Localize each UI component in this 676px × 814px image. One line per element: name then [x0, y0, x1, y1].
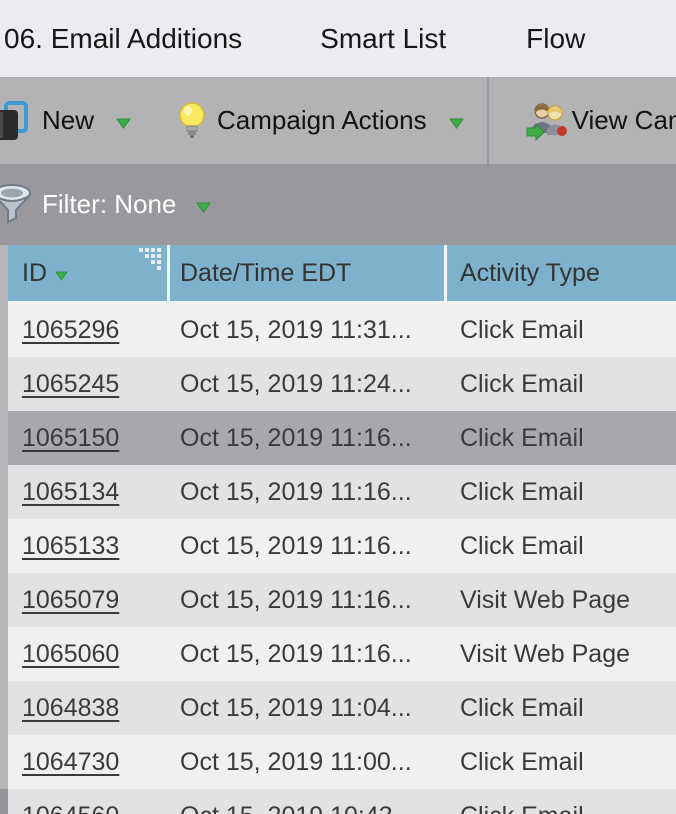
table-row[interactable]: 1065245 Oct 15, 2019 11:24... Click Emai…	[8, 357, 676, 411]
table-row[interactable]: 1065134 Oct 15, 2019 11:16... Click Emai…	[8, 465, 676, 519]
campaign-actions-button[interactable]: Campaign Actions	[177, 101, 464, 141]
new-button-label: New	[42, 105, 95, 135]
row-datetime: Oct 15, 2019 11:00...	[180, 747, 412, 776]
grid-left-edge	[0, 245, 8, 814]
row-datetime: Oct 15, 2019 11:04...	[180, 693, 412, 722]
column-header-id-label: ID	[22, 258, 47, 287]
filter-bar[interactable]: Filter: None	[0, 164, 676, 245]
tab-bar: 06. Email Additions Smart List Flow	[0, 0, 676, 77]
table-body: 1065296 Oct 15, 2019 11:31... Click Emai…	[8, 303, 676, 814]
new-icon	[0, 100, 32, 142]
row-id-link[interactable]: 1065060	[22, 640, 119, 668]
column-header-activity-type[interactable]: Activity Type	[447, 245, 676, 301]
table-row[interactable]: 1065079 Oct 15, 2019 11:16... Visit Web …	[8, 573, 676, 627]
campaign-actions-label: Campaign Actions	[217, 105, 427, 135]
table-row[interactable]: 1064560 Oct 15, 2019 10:43... Click Emai…	[8, 789, 676, 814]
table-row[interactable]: 1065060 Oct 15, 2019 11:16... Visit Web …	[8, 627, 676, 681]
view-campaign-members-button[interactable]: View Camp	[526, 101, 676, 141]
filter-dropdown-icon	[196, 189, 212, 220]
toolbar-divider	[487, 77, 489, 164]
row-activity: Click Email	[460, 693, 584, 722]
view-campaign-icon	[526, 101, 568, 141]
grippy-icon[interactable]	[139, 248, 162, 281]
filter-label: Filter: None	[42, 189, 177, 219]
row-id-link[interactable]: 1064730	[22, 748, 119, 776]
row-activity: Click Email	[460, 531, 584, 560]
column-header-id[interactable]: ID	[8, 245, 167, 301]
toolbar: New Campaign Actions View Ca	[0, 77, 676, 164]
row-id-link[interactable]: 1065245	[22, 370, 119, 398]
row-activity: Visit Web Page	[460, 639, 631, 668]
column-header-datetime[interactable]: Date/Time EDT	[170, 245, 444, 301]
row-datetime: Oct 15, 2019 11:24...	[180, 369, 412, 398]
row-datetime: Oct 15, 2019 11:31...	[180, 315, 412, 344]
row-id-link[interactable]: 1065133	[22, 532, 119, 560]
row-activity: Click Email	[460, 747, 584, 776]
table-row[interactable]: 1064730 Oct 15, 2019 11:00... Click Emai…	[8, 735, 676, 789]
row-datetime: Oct 15, 2019 11:16...	[180, 423, 412, 452]
campaign-actions-dropdown-icon	[448, 105, 464, 136]
row-activity: Click Email	[447, 802, 676, 814]
view-campaign-label: View Camp	[571, 105, 676, 135]
column-header-activity-type-label: Activity Type	[460, 258, 600, 287]
tab-campaign-name[interactable]: 06. Email Additions	[4, 23, 242, 55]
tab-smart-list[interactable]: Smart List	[320, 23, 446, 55]
row-datetime: Oct 15, 2019 11:16...	[180, 639, 412, 668]
row-id-link[interactable]: 1064838	[22, 694, 119, 722]
new-dropdown-icon	[116, 105, 131, 136]
filter-icon	[0, 183, 32, 226]
table-row[interactable]: 1065150 Oct 15, 2019 11:16... Click Emai…	[8, 411, 676, 465]
row-activity: Click Email	[460, 423, 584, 452]
column-header-datetime-label: Date/Time EDT	[180, 258, 352, 287]
row-activity: Click Email	[460, 477, 584, 506]
row-activity: Click Email	[460, 315, 584, 344]
campaign-actions-icon	[177, 101, 207, 141]
table-row[interactable]: 1064838 Oct 15, 2019 11:04... Click Emai…	[8, 681, 676, 735]
row-id-link[interactable]: 1064560	[22, 802, 119, 814]
table-header: ID Date/Time EDT Activity Type	[8, 245, 676, 303]
row-activity: Visit Web Page	[460, 585, 631, 614]
row-id-link[interactable]: 1065079	[22, 586, 119, 614]
row-id-link[interactable]: 1065134	[22, 478, 119, 506]
tab-flow[interactable]: Flow	[526, 23, 585, 55]
row-id-link[interactable]: 1065150	[22, 424, 119, 452]
row-id-link[interactable]: 1065296	[22, 316, 119, 344]
row-datetime: Oct 15, 2019 10:43...	[170, 802, 447, 814]
row-datetime: Oct 15, 2019 11:16...	[180, 531, 412, 560]
row-activity: Click Email	[460, 369, 584, 398]
activity-grid: ID Date/Time EDT Activity Type 1065296 O…	[0, 245, 676, 814]
new-button[interactable]: New	[0, 100, 131, 142]
sort-icon	[55, 259, 68, 288]
table-row[interactable]: 1065133 Oct 15, 2019 11:16... Click Emai…	[8, 519, 676, 573]
row-datetime: Oct 15, 2019 11:16...	[180, 477, 412, 506]
table-row[interactable]: 1065296 Oct 15, 2019 11:31... Click Emai…	[8, 303, 676, 357]
row-datetime: Oct 15, 2019 11:16...	[180, 585, 412, 614]
